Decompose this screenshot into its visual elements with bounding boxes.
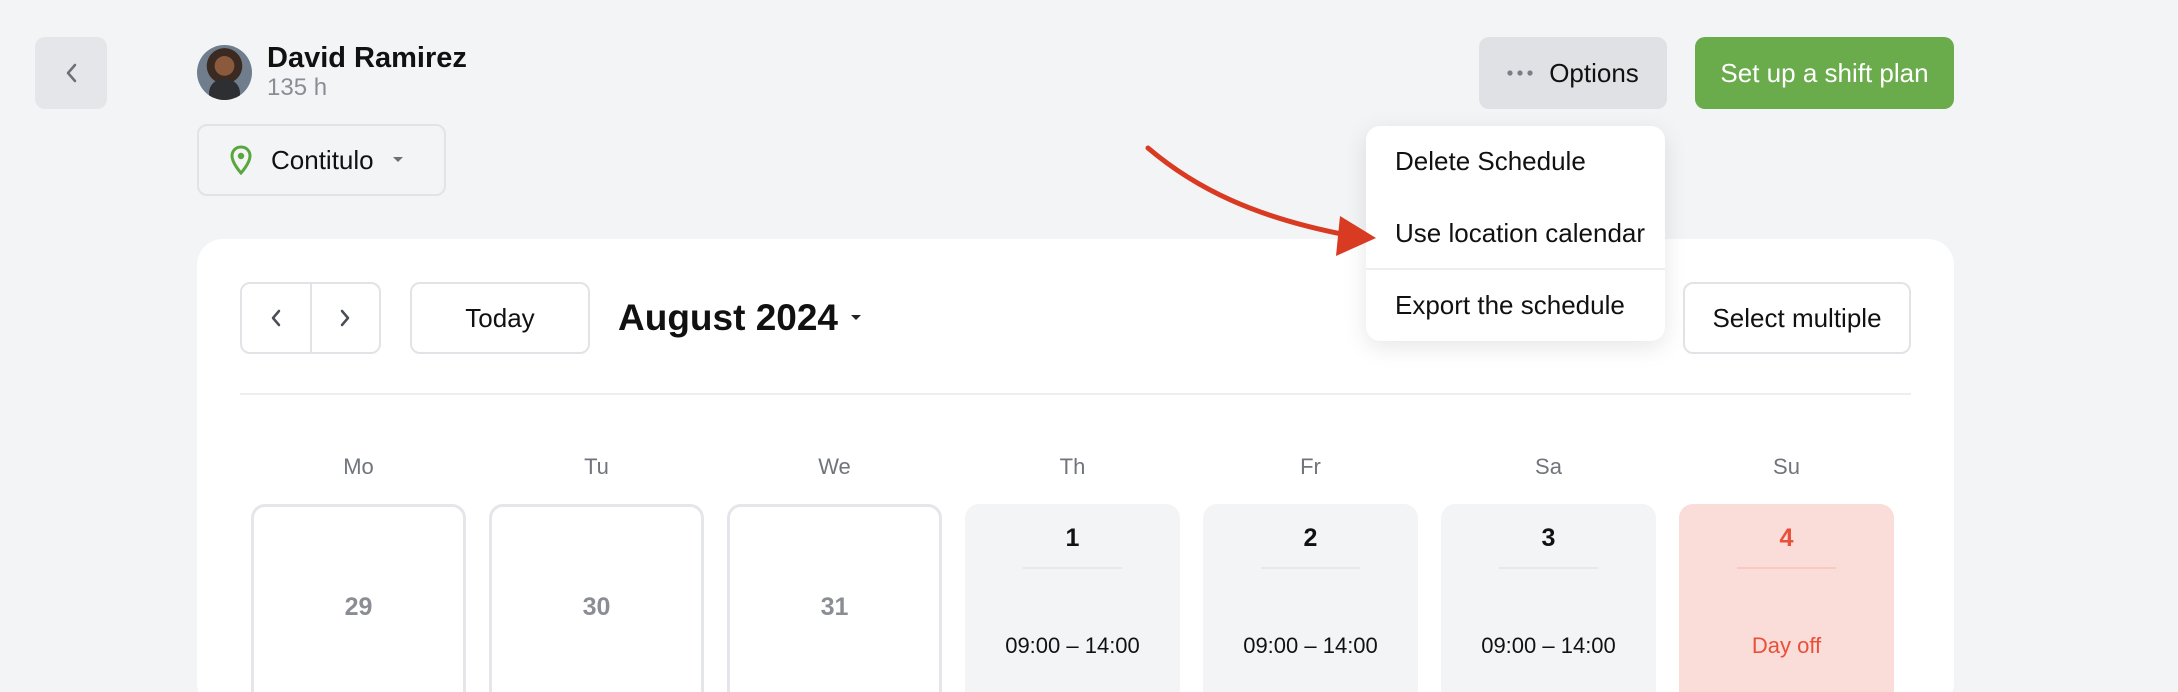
day-number: 1 — [1065, 524, 1080, 552]
today-button[interactable]: Today — [410, 282, 590, 354]
options-dropdown-menu: Delete Schedule Use location calendar Ex… — [1366, 126, 1665, 341]
divider — [1737, 567, 1836, 569]
day-number: 31 — [820, 593, 849, 621]
avatar — [197, 44, 252, 100]
weekday-label: Fr — [1300, 454, 1321, 479]
location-pin-icon — [230, 145, 252, 175]
weekday-label: Th — [1059, 454, 1086, 479]
divider — [1023, 567, 1122, 569]
location-label: Contitulo — [271, 144, 374, 175]
weekday-label: Su — [1773, 454, 1800, 479]
weekday-label: Mo — [343, 454, 374, 479]
day-number: 30 — [582, 593, 611, 621]
menu-item-use-location-calendar[interactable]: Use location calendar — [1366, 198, 1665, 268]
calendar-card: Today August 2024 Select multiple Mo Tu … — [197, 239, 1954, 692]
select-multiple-button[interactable]: Select multiple — [1683, 282, 1911, 354]
chevron-right-icon — [341, 309, 350, 327]
next-month-button[interactable] — [309, 284, 380, 352]
back-button[interactable] — [35, 37, 107, 109]
caret-down-icon — [851, 315, 862, 320]
location-select[interactable]: Contitulo — [197, 124, 446, 196]
caret-down-icon — [392, 157, 403, 162]
weekday-label: We — [818, 454, 851, 479]
previous-month-button[interactable] — [242, 284, 310, 352]
day-cell[interactable]: 30 — [489, 504, 704, 692]
more-horizontal-icon — [1507, 70, 1533, 76]
divider — [1499, 567, 1598, 569]
day-cell[interactable]: 31 — [727, 504, 942, 692]
month-picker[interactable]: August 2024 — [618, 294, 862, 342]
day-number: 4 — [1779, 524, 1794, 552]
chevron-left-icon — [66, 63, 77, 83]
employee-name: David Ramirez — [267, 42, 467, 74]
options-button[interactable]: Options — [1479, 37, 1667, 109]
day-cell[interactable]: 3 09:00 – 14:00 — [1441, 504, 1656, 692]
day-off-label: Day off — [1751, 633, 1822, 658]
divider — [240, 393, 1911, 395]
day-number: 29 — [344, 593, 373, 621]
options-label: Options — [1549, 57, 1639, 88]
menu-item-delete-schedule[interactable]: Delete Schedule — [1366, 126, 1665, 196]
month-navigation — [240, 282, 381, 354]
day-cell[interactable]: 29 — [251, 504, 466, 692]
day-cell[interactable]: 1 09:00 – 14:00 — [965, 504, 1180, 692]
setup-shift-plan-button[interactable]: Set up a shift plan — [1695, 37, 1954, 109]
shift-time: 09:00 – 14:00 — [1005, 633, 1140, 658]
day-cell[interactable]: 2 09:00 – 14:00 — [1203, 504, 1418, 692]
day-number: 2 — [1303, 524, 1318, 552]
divider — [1261, 567, 1360, 569]
employee-hours: 135 h — [267, 74, 328, 101]
day-number: 3 — [1541, 524, 1556, 552]
shift-time: 09:00 – 14:00 — [1243, 633, 1378, 658]
chevron-left-icon — [271, 309, 280, 327]
weekday-label: Tu — [584, 454, 609, 479]
month-label: August 2024 — [618, 297, 839, 338]
employee-header: David Ramirez 135 h — [197, 42, 467, 102]
weekday-label: Sa — [1535, 454, 1562, 479]
day-cell[interactable]: 4 Day off — [1679, 504, 1894, 692]
shift-time: 09:00 – 14:00 — [1481, 633, 1616, 658]
menu-item-export-schedule[interactable]: Export the schedule — [1366, 270, 1665, 340]
